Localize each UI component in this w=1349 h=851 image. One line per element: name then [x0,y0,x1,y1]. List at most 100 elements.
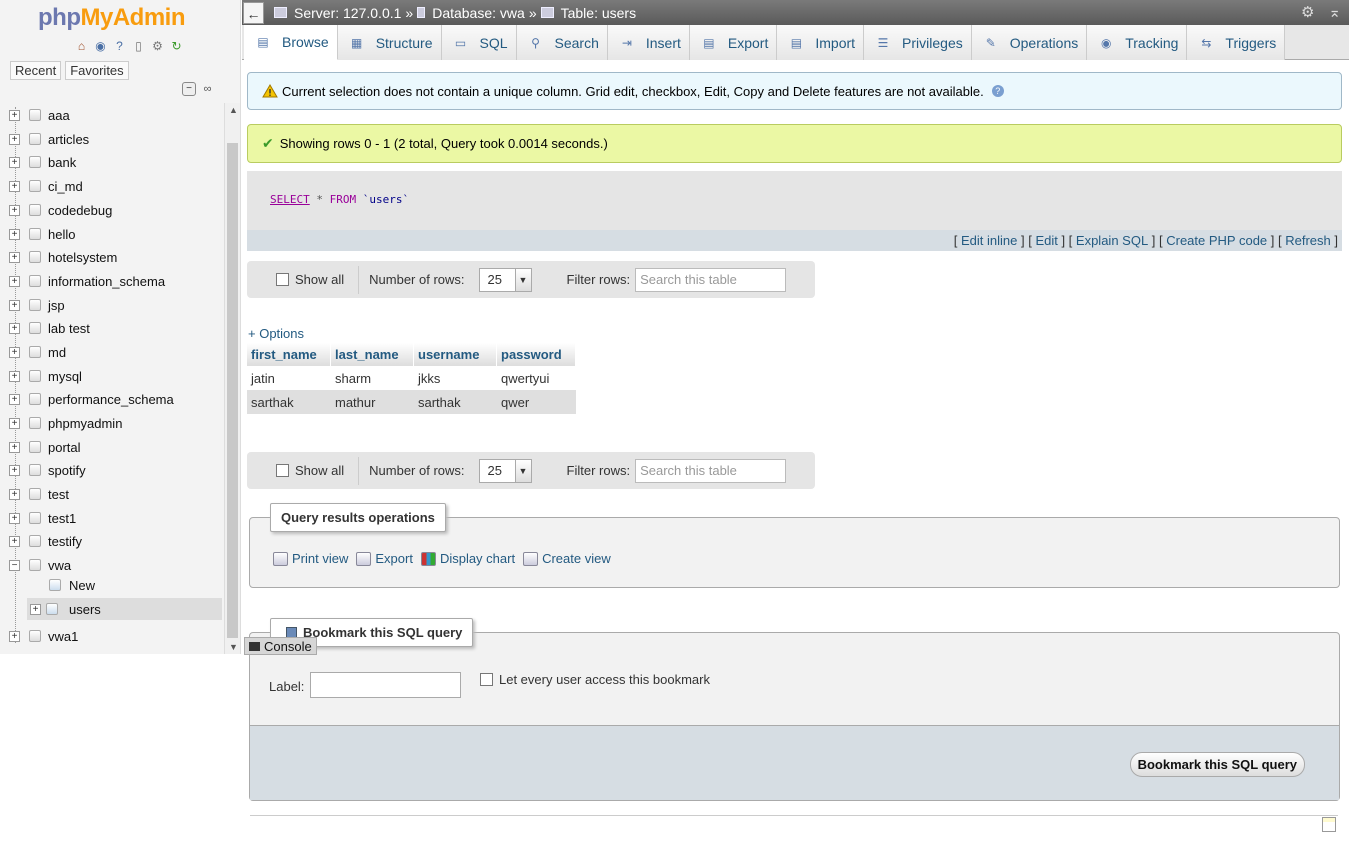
db-label[interactable]: md [48,345,66,360]
expand-icon[interactable]: + [9,275,20,287]
tree-db-testify[interactable]: + testify [0,530,222,552]
filter-rows-input[interactable]: Search this table [635,458,787,483]
expand-icon[interactable]: + [9,370,20,382]
db-label[interactable]: performance_schema [48,392,174,407]
db-label[interactable]: hotelsystem [48,250,117,265]
settings-gear-icon[interactable]: ⚙ [1301,3,1314,21]
expand-icon[interactable]: + [9,417,20,429]
expand-icon[interactable]: + [9,535,20,547]
tree-db-test[interactable]: + test [0,483,222,505]
recent-tab[interactable]: Recent [10,61,62,80]
expand-icon[interactable]: + [9,441,20,453]
db-label[interactable]: jsp [48,298,65,313]
tree-db-mysql[interactable]: + mysql [0,365,222,387]
breadcrumb-server[interactable]: Server: 127.0.0.1 [294,5,401,21]
bookmark-submit-button[interactable]: Bookmark this SQL query [1129,752,1305,777]
tree-db-ci-md[interactable]: + ci_md [0,175,222,197]
tab-browse[interactable]: ▤ Browse [244,25,338,60]
help-icon[interactable]: ? [991,85,1004,97]
tab-import[interactable]: ▤ Import [777,25,865,60]
create-view-link[interactable]: Create view [523,551,611,566]
phpmyadmin-logo[interactable]: phpMyAdmin [38,4,186,32]
tree-db-md[interactable]: + md [0,341,222,363]
print-view-link[interactable]: Print view [273,551,348,566]
tree-db-hello[interactable]: + hello [0,223,222,245]
expand-icon[interactable]: + [9,251,20,263]
tree-db-codedebug[interactable]: + codedebug [0,199,222,221]
favorites-tab[interactable]: Favorites [65,61,129,80]
show-all-checkbox[interactable] [276,464,289,477]
number-of-rows-select[interactable]: 25 ▼ [478,267,532,292]
db-label[interactable]: testify [48,534,82,549]
db-label[interactable]: mysql [48,369,82,384]
tree-db-information-schema[interactable]: + information_schema [0,270,222,292]
reload-icon[interactable]: ↻ [169,38,184,53]
bookmark-public-option[interactable]: Let every user access this bookmark [480,672,710,687]
expand-icon[interactable]: + [9,228,20,240]
tree-db-lab-test[interactable]: + lab test [0,317,222,339]
scroll-thumb[interactable] [227,143,238,638]
tree-db-jsp[interactable]: + jsp [0,294,222,316]
expand-icon[interactable]: + [9,630,20,642]
expand-icon[interactable]: + [30,603,41,615]
explain-sql-link[interactable]: Explain SQL [1076,233,1148,248]
display-chart-link[interactable]: Display chart [420,551,515,566]
collapse-icon[interactable]: − [9,559,20,571]
link-icon[interactable]: ∞ [200,82,215,97]
console-toggle[interactable]: Console [244,637,317,655]
expand-icon[interactable]: + [9,156,20,168]
breadcrumb-database[interactable]: Database: vwa [432,5,525,21]
db-label[interactable]: aaa [48,108,70,123]
edit-link[interactable]: Edit [1035,233,1057,248]
expand-icon[interactable]: + [9,133,20,145]
db-label[interactable]: spotify [48,463,86,478]
scroll-down-icon[interactable]: ▼ [229,642,238,652]
db-label[interactable]: information_schema [48,274,165,289]
column-header-first-name[interactable]: first_name [247,343,331,366]
tree-db-phpmyadmin[interactable]: + phpmyadmin [0,412,222,434]
number-of-rows-select[interactable]: 25 ▼ [478,458,532,483]
expand-icon[interactable]: + [9,180,20,192]
db-label[interactable]: lab test [48,321,90,336]
collapse-top-icon[interactable]: ⌅ [1328,3,1341,21]
tab-sql[interactable]: ▭ SQL [441,25,517,60]
show-all-checkbox[interactable] [276,273,289,286]
home-icon[interactable]: ⌂ [74,38,89,53]
edit-inline-link[interactable]: Edit inline [961,233,1017,248]
tab-export[interactable]: ▤ Export [689,25,778,60]
options-link[interactable]: + Options [248,326,304,341]
nav-scrollbar[interactable]: ▲ ▼ [224,103,240,654]
expand-icon[interactable]: + [9,299,20,311]
expand-icon[interactable]: + [9,204,20,216]
tab-tracking[interactable]: ◉ Tracking [1087,25,1188,60]
expand-icon[interactable]: + [9,109,20,121]
tree-db-hotelsystem[interactable]: + hotelsystem [0,246,222,268]
expand-icon[interactable]: + [9,393,20,405]
db-label[interactable]: phpmyadmin [48,416,122,431]
help-icon[interactable]: ? [112,38,127,53]
sql-select-keyword[interactable]: SELECT [270,193,310,206]
tree-db-bank[interactable]: + bank [0,151,222,173]
export-link[interactable]: Export [356,551,413,566]
table-label[interactable]: New [69,578,95,593]
filter-rows-input[interactable]: Search this table [635,267,787,292]
tree-db-spotify[interactable]: + spotify [0,459,222,481]
collapse-navigation-arrow-icon[interactable]: ← [243,1,264,24]
tab-structure[interactable]: ▦ Structure [337,25,442,60]
tree-db-test1[interactable]: + test1 [0,507,222,529]
scroll-up-icon[interactable]: ▲ [229,105,238,115]
bookmark-public-checkbox[interactable] [480,673,493,686]
tab-operations[interactable]: ✎ Operations [971,25,1088,60]
db-label[interactable]: vwa [48,558,71,573]
db-label[interactable]: vwa1 [48,629,78,644]
tree-db-portal[interactable]: + portal [0,436,222,458]
expand-icon[interactable]: + [9,488,20,500]
tab-search[interactable]: ⚲ Search [516,25,608,60]
settings-gear-icon[interactable]: ⚙ [150,38,165,53]
tree-db-vwa[interactable]: − vwa [0,554,222,576]
expand-icon[interactable]: + [9,346,20,358]
breadcrumb-table[interactable]: Table: users [561,5,636,21]
db-label[interactable]: codedebug [48,203,112,218]
expand-icon[interactable]: + [9,464,20,476]
db-label[interactable]: test1 [48,511,76,526]
